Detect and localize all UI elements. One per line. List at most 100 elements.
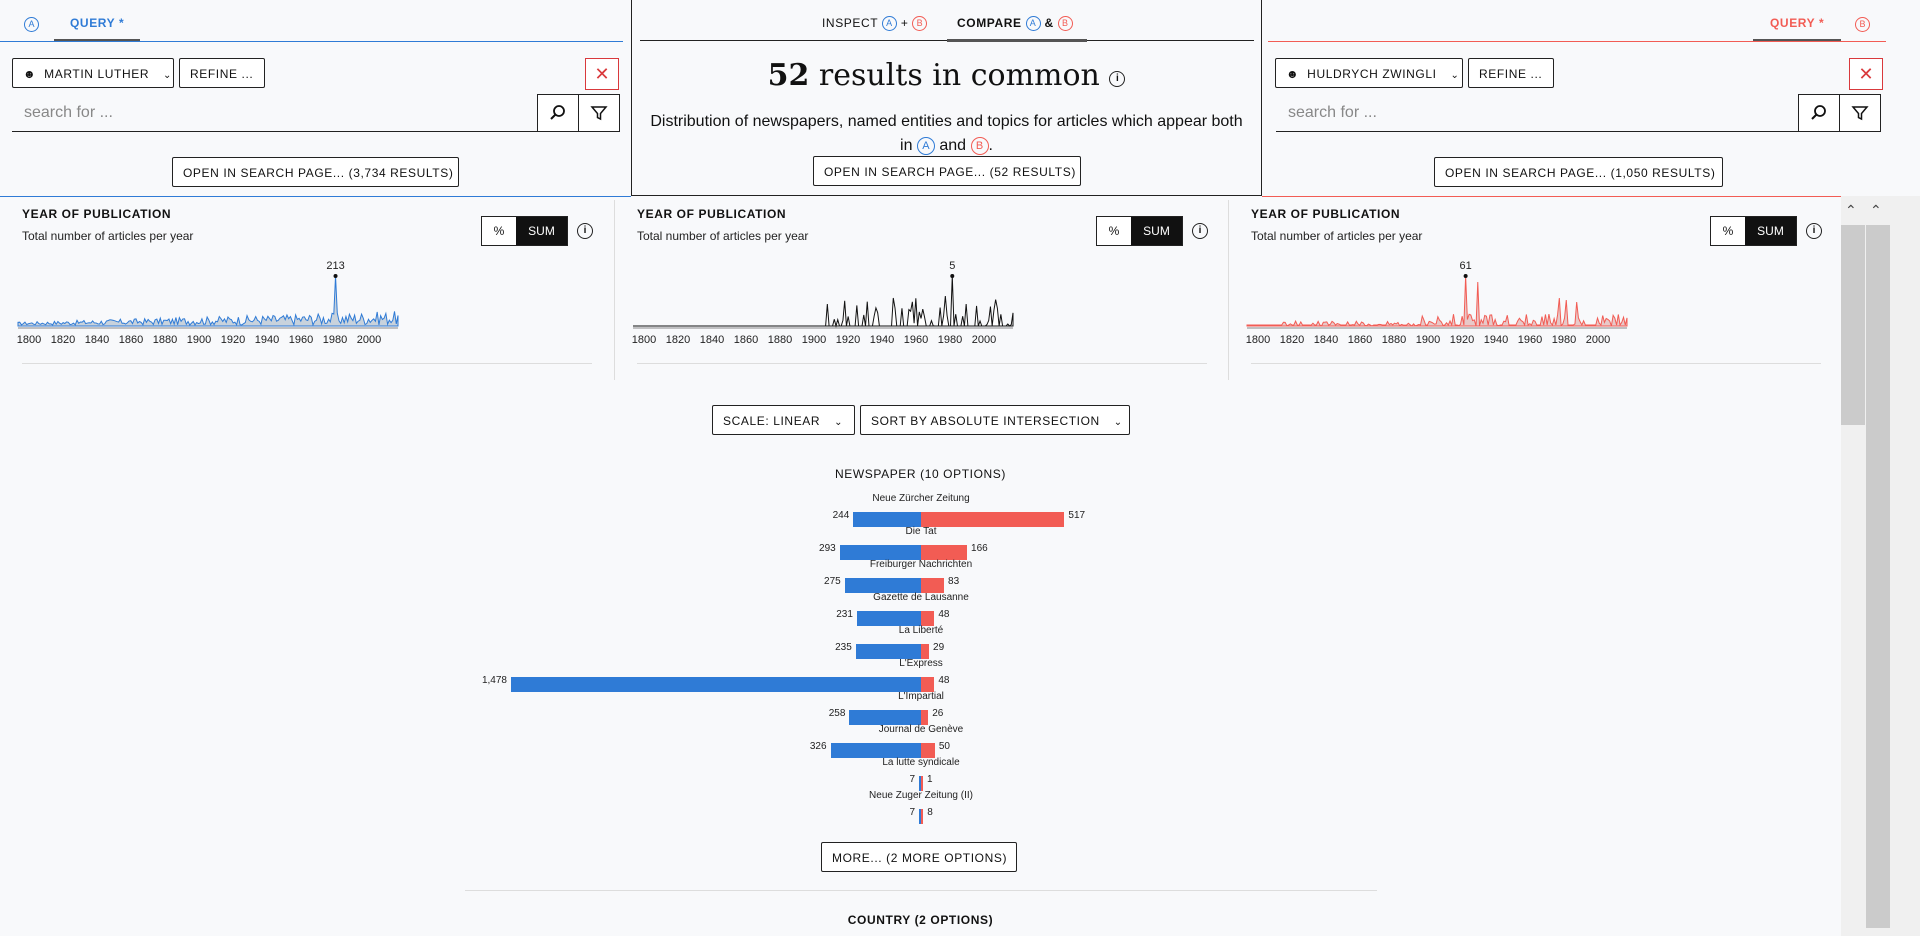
bar-a[interactable]: [511, 677, 921, 692]
year-panel-subtitle: Total number of articles per year: [22, 229, 194, 243]
info-icon[interactable]: i: [1192, 223, 1208, 239]
sparkline-chart: [17, 274, 399, 329]
bar-a[interactable]: [855, 644, 921, 659]
search-input-b[interactable]: search for ...: [1276, 94, 1798, 132]
percent-sum-toggle[interactable]: % SUM: [1096, 216, 1183, 246]
percent-sum-toggle[interactable]: % SUM: [1710, 216, 1797, 246]
refine-button-a[interactable]: REFINE ...: [179, 58, 265, 88]
bar-a[interactable]: [856, 611, 921, 626]
x-tick-label: 1940: [254, 334, 280, 346]
info-icon[interactable]: i: [1109, 71, 1126, 87]
peak-marker: [950, 274, 955, 278]
percent-toggle[interactable]: %: [1097, 217, 1131, 245]
bar-a[interactable]: [830, 743, 921, 758]
filter-icon[interactable]: [1839, 94, 1881, 132]
value-b: 48: [938, 609, 950, 620]
x-tick-label: 1880: [767, 334, 793, 346]
x-tick-label: 1840: [699, 334, 725, 346]
scrollbar-thumb[interactable]: [1841, 225, 1865, 425]
person-filter-a[interactable]: ☻ MARTIN LUTHER ⌄: [12, 58, 174, 88]
bar-b[interactable]: [921, 743, 935, 758]
bar-a[interactable]: [849, 710, 921, 725]
panel-a-divider: [0, 41, 623, 42]
close-icon[interactable]: ✕: [1849, 58, 1883, 90]
search-input-a[interactable]: search for ...: [12, 94, 537, 132]
bar-b[interactable]: [921, 512, 1065, 527]
scrollbar-thumb[interactable]: [1866, 380, 1890, 928]
info-icon[interactable]: i: [1806, 223, 1822, 239]
open-search-page-center[interactable]: OPEN IN SEARCH PAGE... (52 RESULTS): [813, 156, 1081, 186]
year-panel-title: YEAR OF PUBLICATION: [637, 207, 787, 221]
x-tick-label: 1840: [84, 334, 110, 346]
bar-b[interactable]: [921, 545, 968, 560]
badge-b: B: [970, 136, 989, 155]
x-tick-label: 1980: [1551, 334, 1577, 346]
bar-a[interactable]: [853, 512, 921, 527]
x-tick-label: 1860: [118, 334, 144, 346]
search-icon[interactable]: [537, 94, 579, 132]
newspaper-name[interactable]: La Liberté: [899, 625, 943, 636]
panel-bottom-line: [1251, 363, 1821, 364]
newspaper-name[interactable]: Die Tat: [906, 526, 937, 537]
description-line: Distribution of newspapers, named entiti…: [650, 113, 1243, 130]
bar-b[interactable]: [921, 776, 923, 791]
newspaper-name[interactable]: Neue Zuger Zeitung (II): [869, 790, 973, 801]
filter-icon[interactable]: [578, 94, 620, 132]
newspaper-name[interactable]: L'Impartial: [898, 691, 944, 702]
sort-select[interactable]: SORT BY ABSOLUTE INTERSECTION ⌄: [860, 405, 1130, 435]
panel-b-divider: [1268, 41, 1886, 42]
bar-b[interactable]: [921, 710, 929, 725]
newspaper-name[interactable]: Journal de Genève: [879, 724, 964, 735]
value-a: 326: [809, 741, 827, 752]
sum-toggle[interactable]: SUM: [1745, 217, 1796, 245]
scroll-up-icon[interactable]: ⌃: [1870, 202, 1882, 219]
query-b-tab[interactable]: QUERY *: [1770, 16, 1824, 30]
newspaper-name[interactable]: Gazette de Lausanne: [873, 592, 969, 603]
headline: 52 results in common i: [631, 58, 1262, 93]
column-separator: [1228, 200, 1229, 380]
tab-compare[interactable]: COMPARE A & B: [957, 16, 1073, 32]
open-search-page-a[interactable]: OPEN IN SEARCH PAGE... (3,734 RESULTS): [172, 157, 459, 187]
value-b: 48: [938, 675, 950, 686]
search-icon[interactable]: [1798, 94, 1840, 132]
newspaper-name[interactable]: L'Express: [899, 658, 943, 669]
close-icon[interactable]: ✕: [585, 58, 619, 90]
newspaper-name[interactable]: La lutte syndicale: [882, 757, 959, 768]
bar-b[interactable]: [921, 611, 935, 626]
x-tick-label: 1820: [1279, 334, 1305, 346]
year-panel-subtitle: Total number of articles per year: [637, 229, 809, 243]
bar-a[interactable]: [839, 545, 921, 560]
info-icon[interactable]: i: [577, 223, 593, 239]
open-search-page-b[interactable]: OPEN IN SEARCH PAGE... (1,050 RESULTS): [1434, 157, 1723, 187]
scrollbar-thumb[interactable]: [1866, 225, 1890, 380]
scroll-up-icon[interactable]: ⌃: [1845, 202, 1857, 219]
country-section-title: COUNTRY (2 OPTIONS): [847, 913, 994, 927]
more-options-button[interactable]: MORE... (2 MORE OPTIONS): [821, 842, 1017, 872]
percent-sum-toggle[interactable]: % SUM: [481, 216, 568, 246]
refine-button-b[interactable]: REFINE ...: [1468, 58, 1554, 88]
percent-toggle[interactable]: %: [482, 217, 516, 245]
sum-toggle[interactable]: SUM: [1131, 217, 1182, 245]
peak-label: 61: [1459, 260, 1472, 272]
person-filter-b[interactable]: ☻ HULDRYCH ZWINGLI ⌄: [1275, 58, 1463, 88]
chevron-down-icon: ⌄: [1450, 70, 1460, 81]
scale-select[interactable]: SCALE: LINEAR ⌄: [712, 405, 855, 435]
query-a-tab[interactable]: QUERY *: [70, 16, 124, 30]
value-a: 7: [909, 774, 915, 785]
newspaper-name[interactable]: Freiburger Nachrichten: [870, 559, 972, 570]
bar-b[interactable]: [921, 809, 924, 824]
sum-toggle[interactable]: SUM: [516, 217, 567, 245]
tab-inspect[interactable]: INSPECT A + B: [822, 16, 928, 32]
value-a: 258: [828, 708, 846, 719]
bar-b[interactable]: [921, 644, 930, 659]
bar-b[interactable]: [921, 677, 935, 692]
peak-marker: [333, 274, 338, 278]
badge-b: B: [1057, 16, 1073, 32]
newspaper-name[interactable]: Neue Zürcher Zeitung: [872, 493, 969, 504]
compare-tab-underline: [947, 39, 1087, 42]
bar-b[interactable]: [921, 578, 945, 593]
percent-toggle[interactable]: %: [1711, 217, 1745, 245]
bar-a[interactable]: [844, 578, 921, 593]
value-b: 50: [938, 741, 950, 752]
section-divider: [465, 890, 1377, 891]
